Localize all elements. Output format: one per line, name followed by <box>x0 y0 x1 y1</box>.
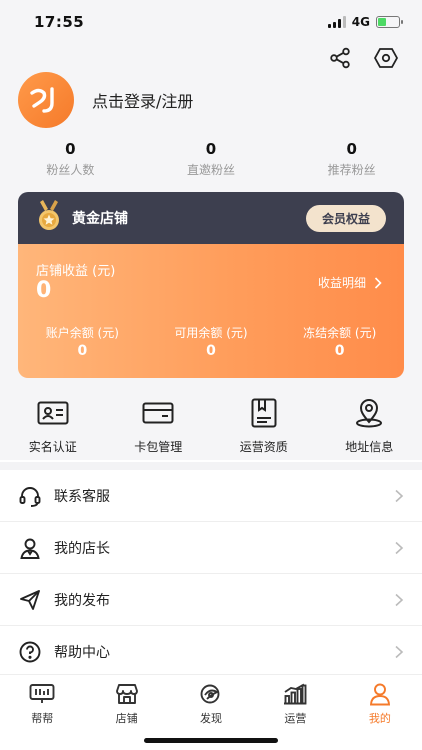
header-actions <box>326 44 400 72</box>
shop-level-text: 黄金店铺 <box>72 211 128 227</box>
menu-label: 我的店长 <box>54 540 110 557</box>
tab-label: 运营 <box>284 712 307 725</box>
balance-label: 冻结余额 (元) <box>303 326 377 340</box>
chevron-right-icon <box>395 489 404 502</box>
quick-label: 卡包管理 <box>134 440 183 454</box>
quick-real-name-verification[interactable]: 实名认证 <box>0 396 106 455</box>
balance-account: 账户余额 (元) 0 <box>18 324 147 359</box>
status-time: 17:55 <box>34 13 85 31</box>
menu-item-contact-service[interactable]: 联系客服 <box>0 470 422 522</box>
network-type: 4G <box>351 15 370 29</box>
home-indicator <box>144 738 278 743</box>
balance-value: 0 <box>77 343 88 359</box>
stat-direct-invites[interactable]: 0 直邀粉丝 <box>141 140 282 178</box>
balance-available: 可用余额 (元) 0 <box>147 324 276 359</box>
tab-label: 店铺 <box>115 712 138 725</box>
quick-label: 实名认证 <box>28 440 77 454</box>
shop-income-panel: 店铺收益 (元) 0 收益明细 账户余额 (元) 0 可用余额 (元) 0 冻结… <box>18 244 404 378</box>
shop-card: 黄金店铺 会员权益 店铺收益 (元) 0 收益明细 账户余额 (元) 0 可用余… <box>18 192 404 378</box>
qualification-icon <box>247 396 281 430</box>
signal-icon <box>327 16 346 28</box>
medal-icon <box>36 200 62 236</box>
quick-operating-qualification[interactable]: 运营资质 <box>211 396 317 455</box>
tab-label: 发现 <box>200 712 223 725</box>
chevron-right-icon <box>395 541 404 554</box>
helper-icon <box>29 681 55 707</box>
income-detail-label: 收益明细 <box>317 276 366 290</box>
fan-stats: 0 粉丝人数 0 直邀粉丝 0 推荐粉丝 <box>0 140 422 178</box>
tab-mine[interactable]: 我的 <box>338 675 422 750</box>
menu-label: 联系客服 <box>54 488 110 505</box>
member-benefits-button[interactable]: 会员权益 <box>305 204 386 232</box>
balance-label: 账户余额 (元) <box>45 326 119 340</box>
profile-icon <box>367 681 393 707</box>
shop-level: 黄金店铺 <box>36 200 128 236</box>
help-icon <box>18 640 42 664</box>
login-register-link[interactable]: 点击登录/注册 <box>92 88 193 112</box>
location-icon <box>352 396 386 430</box>
balances: 账户余额 (元) 0 可用余额 (元) 0 冻结余额 (元) 0 <box>18 324 404 359</box>
menu-item-my-manager[interactable]: 我的店长 <box>0 522 422 574</box>
quick-actions: 实名认证 卡包管理 运营资质 地址信息 <box>0 396 422 455</box>
tab-label: 我的 <box>368 712 391 725</box>
discover-icon <box>198 681 224 707</box>
store-icon <box>114 681 140 707</box>
settings-icon[interactable] <box>372 44 400 72</box>
stat-value: 0 <box>205 140 217 158</box>
menu-item-help-center[interactable]: 帮助中心 <box>0 626 422 678</box>
stat-label: 直邀粉丝 <box>187 163 236 177</box>
quick-address-info[interactable]: 地址信息 <box>317 396 422 455</box>
status-indicators: 4G <box>327 15 403 29</box>
menu-list: 联系客服 我的店长 我的发布 帮助中心 <box>0 470 422 678</box>
menu-item-my-posts[interactable]: 我的发布 <box>0 574 422 626</box>
tab-helper[interactable]: 帮帮 <box>0 675 84 750</box>
stat-recommended[interactable]: 0 推荐粉丝 <box>281 140 422 178</box>
shop-card-header: 黄金店铺 会员权益 <box>18 192 404 244</box>
send-icon <box>18 588 42 612</box>
quick-card-wallet[interactable]: 卡包管理 <box>106 396 212 455</box>
menu-label: 帮助中心 <box>54 644 110 661</box>
battery-icon <box>376 16 403 28</box>
stat-label: 粉丝人数 <box>46 163 95 177</box>
stat-label: 推荐粉丝 <box>327 163 376 177</box>
chevron-right-icon <box>395 593 404 606</box>
quick-label: 地址信息 <box>345 440 394 454</box>
chart-icon <box>282 681 308 707</box>
balance-value: 0 <box>334 343 345 359</box>
tab-label: 帮帮 <box>31 712 54 725</box>
balance-frozen: 冻结余额 (元) 0 <box>275 324 404 359</box>
menu-label: 我的发布 <box>54 592 110 609</box>
chevron-right-icon <box>395 645 404 658</box>
share-icon[interactable] <box>326 44 354 72</box>
profile-section[interactable]: 点击登录/注册 <box>18 72 193 128</box>
status-bar: 17:55 4G <box>0 0 422 44</box>
section-divider <box>0 462 422 470</box>
person-icon <box>18 536 42 560</box>
card-wallet-icon <box>141 396 175 430</box>
stat-value: 0 <box>346 140 357 158</box>
income-label: 店铺收益 (元) <box>36 264 116 279</box>
headset-icon <box>18 484 42 508</box>
balance-value: 0 <box>206 343 216 359</box>
avatar[interactable] <box>18 72 74 128</box>
income-detail-link[interactable]: 收益明细 <box>318 274 382 291</box>
stat-value: 0 <box>65 140 76 158</box>
id-card-icon <box>36 396 70 430</box>
chevron-right-icon <box>374 276 382 289</box>
quick-label: 运营资质 <box>239 440 288 454</box>
income-value: 0 <box>36 278 52 303</box>
balance-label: 可用余额 (元) <box>174 326 248 340</box>
stat-fans[interactable]: 0 粉丝人数 <box>0 140 141 178</box>
